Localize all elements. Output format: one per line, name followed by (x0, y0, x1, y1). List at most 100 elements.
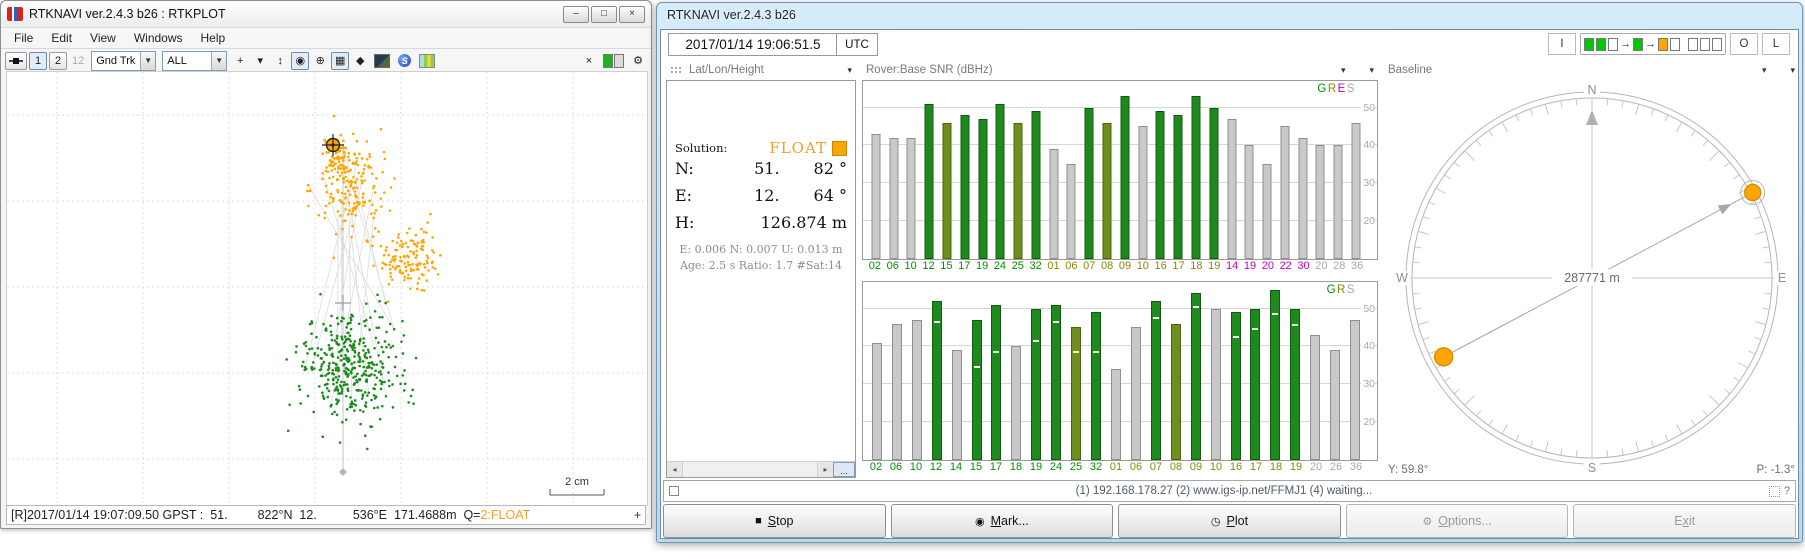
cardinal-N: N (1587, 83, 1596, 97)
options-button-label: Options... (1438, 514, 1492, 528)
fix-center-button[interactable]: ◉ (291, 52, 309, 70)
plot-button[interactable]: ◷Plot (1118, 504, 1341, 538)
chevron-down-icon[interactable]: ▾ (1790, 65, 1795, 76)
bar-slot-30 (1294, 81, 1312, 259)
zoom-in-button[interactable]: + (634, 508, 641, 522)
arrow-icon: → (1620, 39, 1631, 50)
arrow-icon: → (1645, 39, 1656, 50)
ground-track-plot[interactable]: 2 cm (6, 71, 648, 506)
bar-slot-01 (1045, 81, 1063, 259)
coord-suffix: 126.874 m (761, 213, 847, 232)
fix-horizontal-button[interactable]: ⊕ (311, 52, 329, 70)
ground-track-svg: 2 cm (7, 72, 645, 503)
stop-button[interactable]: ■Stop (663, 504, 886, 538)
output-streams-button[interactable]: O (1730, 33, 1758, 55)
bar-slot-17 (956, 81, 974, 259)
bar-slot-18 (1265, 282, 1285, 460)
scroll-left-arrow[interactable]: ◂ (667, 462, 683, 477)
snr-bar (1330, 350, 1340, 460)
menu-item-help[interactable]: Help (192, 29, 235, 47)
rtkplot-titlebar[interactable]: RTKNAVI ver.2.4.3 b26 : RTKPLOT – □ × (1, 1, 651, 28)
scroll-right-arrow[interactable]: ▸ (817, 462, 833, 477)
plot-options-button[interactable]: ⚙ (629, 52, 647, 70)
sat-label: 10 (1206, 461, 1226, 478)
solution-2-button[interactable]: 2 (49, 52, 67, 70)
solution-quality-indicator[interactable] (600, 52, 627, 70)
maximize-button[interactable]: □ (591, 6, 617, 23)
chevron-down-icon[interactable]: ▾ (1369, 65, 1374, 76)
solution-status-row: Solution: FLOAT (675, 139, 847, 157)
sat-label: 07 (1146, 461, 1166, 478)
snr-bar (907, 138, 916, 259)
snr-bar (1171, 324, 1181, 460)
input-streams-button[interactable]: I (1548, 33, 1576, 55)
screenshot-image-icon[interactable] (371, 52, 393, 70)
snr-bar (1280, 126, 1289, 259)
track-style-button[interactable] (5, 52, 27, 70)
plot-type-select[interactable]: Gnd Trk▼ (91, 51, 156, 71)
center-dropdown-button[interactable]: ▾ (251, 52, 269, 70)
rtknavi-window-title[interactable]: RTKNAVI ver.2.4.3 b26 (657, 3, 1802, 28)
bar-slot-18 (1187, 81, 1205, 259)
chevron-down-icon[interactable]: ▼ (211, 52, 226, 70)
bar-slot-32 (1027, 81, 1045, 259)
chevron-down-icon[interactable]: ▾ (847, 65, 852, 76)
cardinal-S: S (1588, 461, 1596, 475)
menu-item-view[interactable]: View (81, 29, 125, 47)
show-grid-button[interactable]: ▦ (331, 52, 349, 70)
mark-button[interactable]: ◉Mark... (891, 504, 1114, 538)
menu-item-edit[interactable]: Edit (42, 29, 81, 47)
coord-suffix: 82 ° (814, 159, 847, 178)
solution-panel-header: Lat/Lon/Height ▾ (664, 60, 858, 80)
rtknavi-window: RTKNAVI ver.2.4.3 b26 2017/01/14 19:06:5… (656, 2, 1803, 543)
solution-scrollbar[interactable]: ◂ ▸ ... (667, 461, 855, 477)
bar-slot-02 (867, 81, 885, 259)
close-button[interactable]: × (619, 6, 645, 23)
satellite-select-value: ALL (163, 55, 211, 67)
menu-item-windows[interactable]: Windows (125, 29, 192, 47)
time-system-button[interactable]: UTC (836, 33, 878, 56)
fit-vertical-button[interactable]: ↕ (271, 52, 289, 70)
satellite-select[interactable]: ALL▼ (162, 51, 227, 71)
more-button[interactable]: ... (833, 462, 855, 477)
minimize-button[interactable]: – (563, 6, 589, 23)
chevron-down-icon[interactable]: ▾ (1341, 65, 1346, 76)
chevron-down-icon[interactable]: ▼ (140, 52, 155, 70)
help-button[interactable]: ? (1784, 485, 1790, 497)
bar-slot-17 (987, 282, 1007, 460)
menu-item-file[interactable]: File (5, 29, 42, 47)
snr-bar (1014, 123, 1023, 259)
clear-plot-button[interactable]: × (580, 52, 598, 70)
y-axis-label: 50 (1361, 303, 1375, 315)
chevron-down-icon[interactable]: ▾ (1762, 65, 1767, 76)
center-cursor-button[interactable]: + (231, 52, 249, 70)
bar-slot-10 (907, 282, 927, 460)
snr-bar (1103, 123, 1112, 259)
map-view-icon[interactable] (416, 52, 438, 70)
snr-bar (1031, 111, 1040, 259)
snr-bar (1067, 164, 1076, 259)
log-streams-button[interactable]: L (1762, 33, 1790, 55)
log-square-2 (1700, 38, 1710, 51)
snr-bar (1085, 108, 1094, 259)
solution-square-1 (1633, 38, 1643, 51)
scale-label: 2 cm (565, 476, 589, 488)
snr-panel-header: Rover:Base SNR (dBHz) ▾ ▾ (860, 60, 1380, 80)
mark-button-label: Mark... (991, 514, 1029, 528)
solution-1-button[interactable]: 1 (29, 52, 47, 70)
rover-snr-chart: 50403020GRES (862, 80, 1378, 260)
snr-bar (1211, 309, 1221, 460)
sat-label: 18 (1187, 260, 1205, 277)
bar-slot-19 (1026, 282, 1046, 460)
sat-labels-row: 0206101214151718192425320106070809101617… (862, 461, 1378, 478)
bar-slot-08 (1098, 81, 1116, 259)
google-earth-icon[interactable]: S (395, 52, 414, 70)
sat-label: 17 (1170, 260, 1188, 277)
solution-panel-title: Lat/Lon/Height (689, 64, 764, 76)
bar-slot-19 (1240, 81, 1258, 259)
snr-charts: 50403020GRES0206101215171924253201060708… (860, 80, 1380, 478)
snr-tick (1093, 351, 1099, 353)
track-style-icon (8, 53, 24, 69)
show-track-button[interactable]: ◆ (351, 52, 369, 70)
coord-prefix: 51. (754, 159, 779, 178)
